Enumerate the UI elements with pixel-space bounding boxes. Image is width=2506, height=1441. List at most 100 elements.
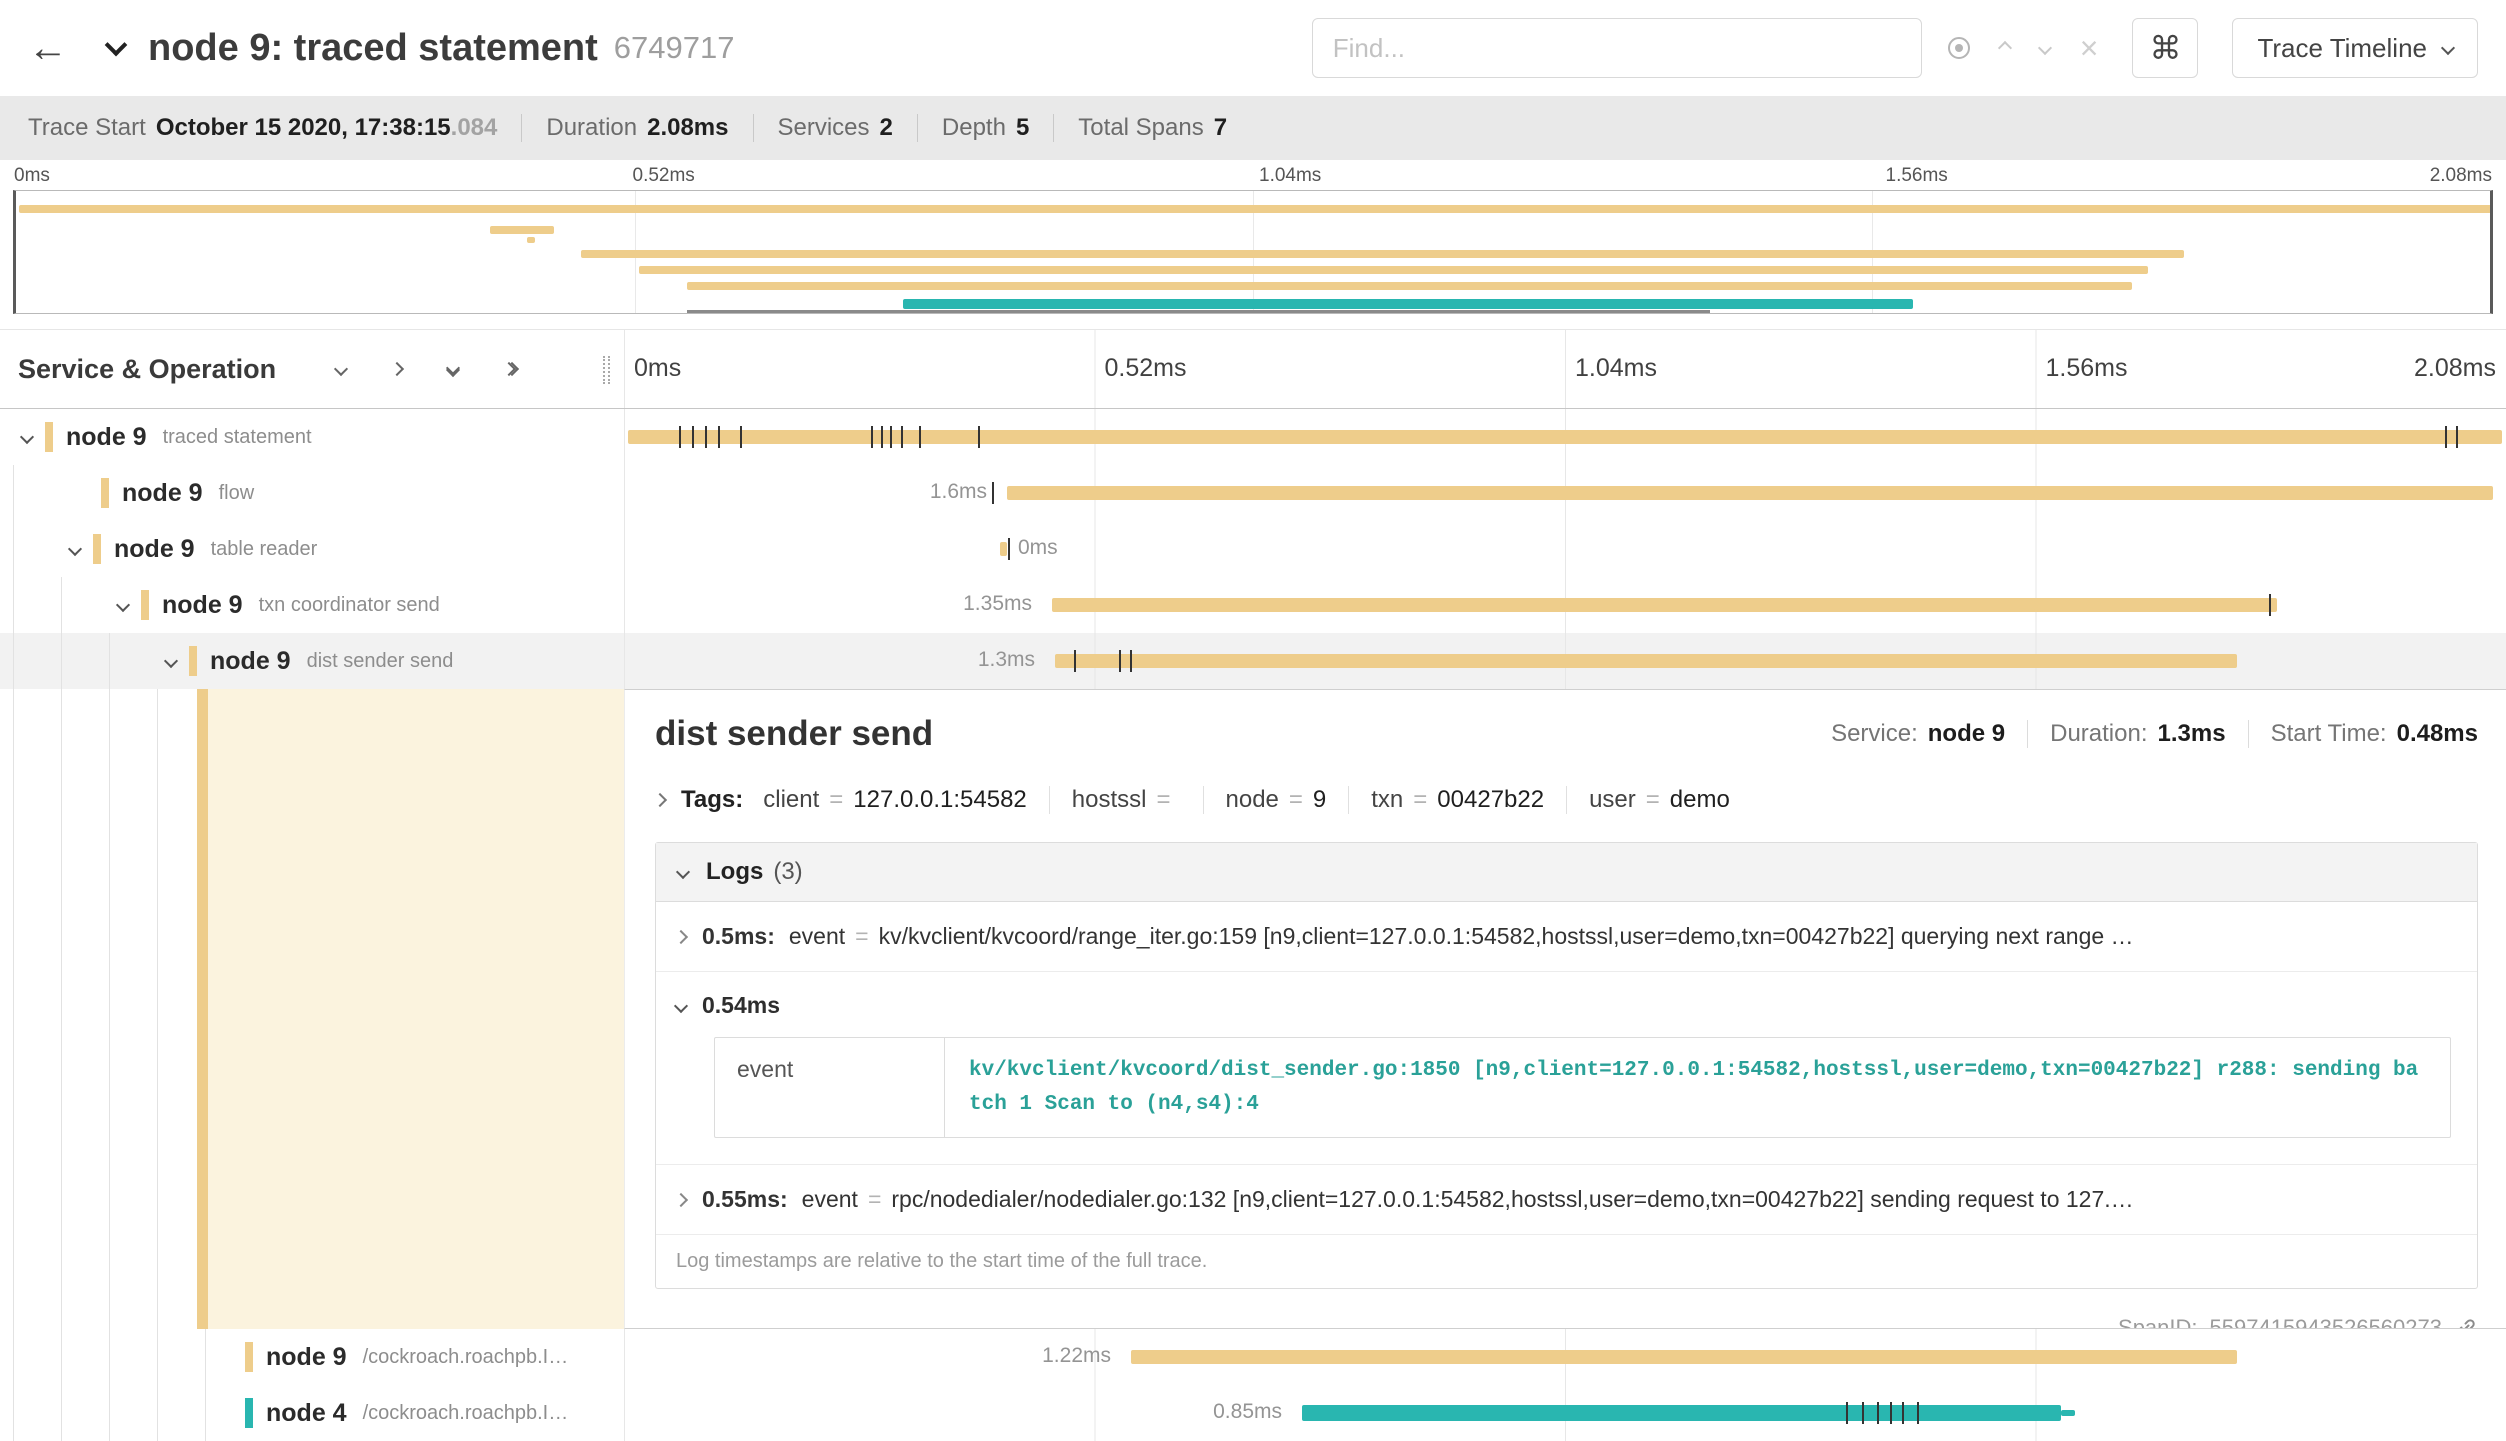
span-duration-label: 0.85ms: [1213, 1400, 1292, 1424]
span-id-value: 5597415943526560273: [2210, 1315, 2442, 1329]
minimap-tick: 1.56ms: [1886, 165, 1948, 187]
span-bar-region[interactable]: 0.85ms: [624, 1385, 2506, 1441]
span-color-bar: [245, 1342, 253, 1372]
service-name: node 9: [162, 591, 243, 620]
span-color-bar: [93, 534, 101, 564]
copy-link-icon[interactable]: [2454, 1316, 2478, 1329]
log-entry-collapsed[interactable]: 0.5ms: event = kv/kvclient/kvcoord/range…: [656, 902, 2477, 972]
minimap-scrubber[interactable]: [687, 310, 1710, 314]
tree-item-flow[interactable]: node 9 flow: [101, 465, 254, 521]
back-button[interactable]: ←: [28, 26, 68, 71]
span-bar[interactable]: [1007, 486, 2493, 500]
prev-match-icon[interactable]: [1998, 41, 2012, 55]
chevron-down-icon[interactable]: [20, 430, 34, 444]
span-row-dist-sender-send: node 9 dist sender send 1.3ms: [0, 633, 2506, 689]
timeline-grid-header: Service & Operation 0ms 0.52ms 1.04ms 1.…: [0, 329, 2506, 409]
timeline-tick: 2.08ms: [2414, 354, 2496, 383]
collapse-trace-chevron-icon[interactable]: [105, 34, 128, 57]
span-bar[interactable]: [1131, 1350, 2237, 1364]
span-bar-region[interactable]: 1.35ms: [624, 577, 2506, 633]
span-bar-region[interactable]: [624, 409, 2506, 465]
span-bar-region[interactable]: 1.22ms: [624, 1329, 2506, 1385]
timeline-tick: 0ms: [634, 354, 681, 383]
minimap-span: [19, 205, 2493, 213]
span-bar-region[interactable]: 1.6ms: [624, 465, 2506, 521]
trace-viewer-app: ← node 9: traced statement 6749717 × ⌘ T…: [0, 0, 2506, 1439]
trace-timeline-view-button[interactable]: Trace Timeline: [2232, 18, 2478, 78]
tree-item-table-reader[interactable]: node 9 table reader: [70, 521, 317, 577]
chevron-down-icon: [676, 865, 690, 879]
clear-find-icon[interactable]: ×: [2080, 32, 2099, 64]
tree-item-traced-statement[interactable]: node 9 traced statement: [22, 409, 312, 465]
operation-name: traced statement: [163, 426, 312, 449]
chevron-right-icon: [674, 1193, 688, 1207]
span-bar[interactable]: [1052, 598, 2277, 612]
span-detail-meta: Service:node 9 Duration:1.3ms Start Time…: [1831, 720, 2478, 748]
span-bar[interactable]: [1055, 654, 2237, 668]
timeline-tick: 1.04ms: [1575, 354, 1657, 383]
trace-timeline-label: Trace Timeline: [2257, 33, 2427, 64]
log-entry-toggle[interactable]: 0.54ms: [676, 992, 2457, 1019]
service-name: node 9: [114, 535, 195, 564]
span-bar-tail: [2061, 1410, 2075, 1416]
span-bar-region[interactable]: 0ms: [624, 521, 2506, 577]
expand-one-icon[interactable]: [390, 362, 404, 376]
service-operation-title: Service & Operation: [18, 354, 276, 385]
keyboard-shortcuts-button[interactable]: ⌘: [2132, 18, 2198, 78]
chevron-right-icon[interactable]: [653, 793, 667, 807]
span-bar[interactable]: [1000, 542, 1007, 556]
chevron-down-icon[interactable]: [68, 542, 82, 556]
log-field-key: event: [715, 1038, 945, 1137]
find-group: × ⌘ Trace Timeline: [1312, 18, 2478, 78]
span-bar-region[interactable]: 1.3ms: [624, 633, 2506, 689]
span-bar[interactable]: [1302, 1405, 2061, 1421]
span-duration-label: 1.35ms: [963, 592, 1042, 616]
panel-resize-handle[interactable]: [603, 356, 610, 384]
span-duration-label: 1.6ms: [930, 480, 997, 504]
focus-match-icon[interactable]: [1948, 37, 1970, 59]
minimap-span: [639, 266, 2148, 274]
log-entry-collapsed[interactable]: 0.55ms: event = rpc/nodedialer/nodediale…: [656, 1165, 2477, 1235]
service-name: node 9: [122, 479, 203, 508]
trace-depth: Depth 5: [917, 114, 1029, 142]
trace-duration: Duration 2.08ms: [521, 114, 728, 142]
page-title: node 9: traced statement: [148, 27, 598, 70]
logs-header[interactable]: Logs (3): [656, 843, 2477, 902]
expand-all-icon[interactable]: [504, 364, 517, 374]
minimap-span: [903, 299, 1913, 309]
minimap-span: [581, 250, 2184, 258]
chevron-down-icon: [2441, 41, 2455, 55]
span-duration-label: 1.3ms: [978, 648, 1045, 672]
service-name: node 4: [266, 1399, 347, 1428]
detail-service: Service:node 9: [1831, 720, 2005, 748]
trace-minimap[interactable]: [13, 190, 2493, 314]
tree-item-dist-sender-send[interactable]: node 9 dist sender send: [166, 633, 453, 689]
span-bar[interactable]: [628, 430, 2502, 444]
chevron-down-icon[interactable]: [164, 654, 178, 668]
log-fields-table: event kv/kvclient/kvcoord/dist_sender.go…: [714, 1037, 2451, 1138]
tree-item-roachpb-n4[interactable]: node 4 /cockroach.roachpb.I…: [245, 1385, 568, 1441]
chevron-down-icon[interactable]: [116, 598, 130, 612]
span-row-txn-coordinator-send: node 9 txn coordinator send 1.35ms: [0, 577, 2506, 633]
operation-name: dist sender send: [307, 650, 454, 673]
logs-footnote: Log timestamps are relative to the start…: [656, 1235, 2477, 1288]
span-detail-panel: dist sender send Service:node 9 Duration…: [624, 689, 2506, 1329]
find-input[interactable]: [1312, 18, 1922, 78]
service-name: node 9: [210, 647, 291, 676]
span-color-bar: [45, 422, 53, 452]
trace-total-spans: Total Spans 7: [1053, 114, 1227, 142]
tree-item-txn-coordinator-send[interactable]: node 9 txn coordinator send: [118, 577, 440, 633]
minimap-tick: 1.04ms: [1259, 165, 1321, 187]
collapse-all-icon[interactable]: [448, 363, 458, 375]
collapse-one-icon[interactable]: [334, 362, 348, 376]
next-match-icon[interactable]: [2038, 41, 2052, 55]
operation-name: txn coordinator send: [259, 594, 440, 617]
tags-section[interactable]: Tags: client=127.0.0.1:54582 hostssl= no…: [655, 786, 2478, 814]
span-detail-title: dist sender send: [655, 714, 933, 754]
minimap-span: [490, 226, 554, 234]
trace-start: Trace Start October 15 2020, 17:38:15.08…: [28, 114, 497, 142]
span-color-bar: [141, 590, 149, 620]
operation-name: /cockroach.roachpb.I…: [363, 1402, 569, 1425]
tree-item-roachpb-n9[interactable]: node 9 /cockroach.roachpb.I…: [245, 1329, 568, 1385]
trace-summary-bar: Trace Start October 15 2020, 17:38:15.08…: [0, 96, 2506, 160]
